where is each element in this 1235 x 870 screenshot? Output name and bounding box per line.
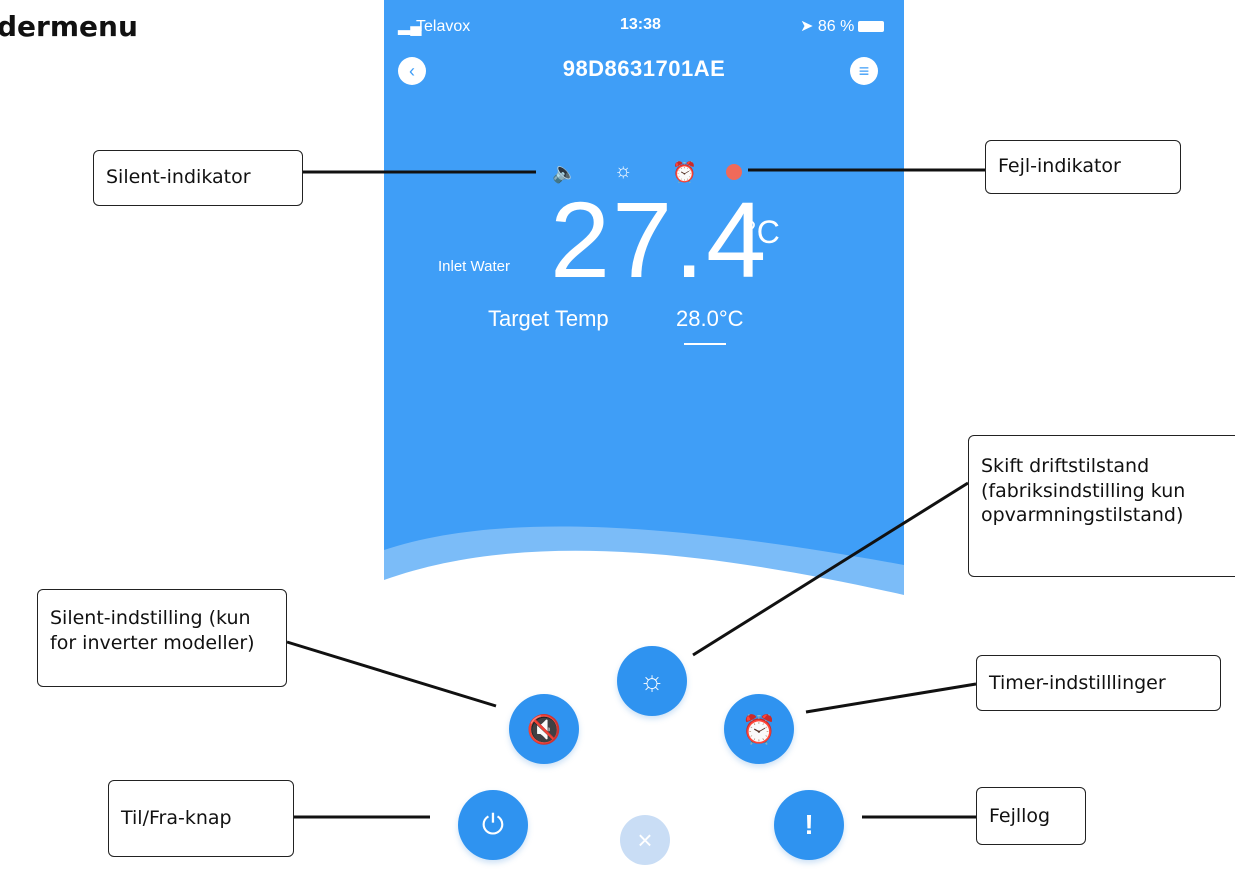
leader-mode <box>692 481 969 657</box>
callout-mode-line3: opvarmningstilstand) <box>981 504 1184 527</box>
leader-timer <box>805 682 977 714</box>
callout-timer: Timer-indstilllinger <box>976 655 1221 711</box>
leader-silent-setting <box>286 640 497 708</box>
callout-fault-indicator: Fejl-indikator <box>985 140 1181 194</box>
callout-mode-line2: (fabriksindstilling kun <box>981 479 1186 502</box>
callout-silent-indicator: Silent-indikator <box>93 150 303 206</box>
callout-fault-log: Fejllog <box>976 787 1086 845</box>
callout-silent-setting: Silent-indstilling (kun for inverter mod… <box>37 589 287 687</box>
callout-silent-setting-line1: Silent-indstilling (kun <box>50 607 251 629</box>
callout-mode: Skift driftstilstand (fabriksindstilling… <box>968 435 1235 577</box>
callout-silent-setting-line2: for inverter modeller) <box>50 631 255 654</box>
callout-power: Til/Fra-knap <box>108 780 294 857</box>
callout-mode-line1: Skift driftstilstand <box>981 455 1150 477</box>
